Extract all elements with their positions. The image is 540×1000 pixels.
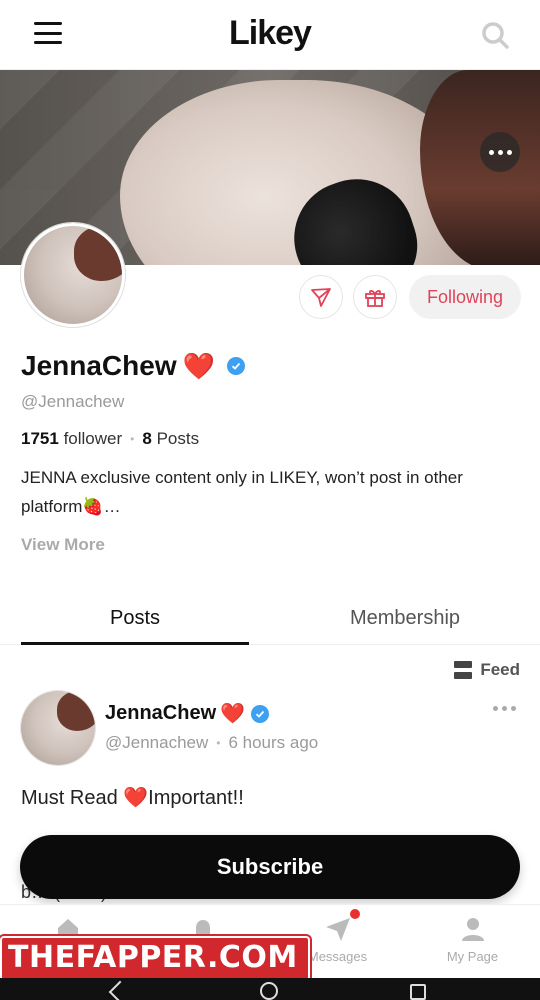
post-author-row: JennaChew ❤️ — [105, 702, 270, 725]
send-message-button[interactable] — [299, 275, 343, 319]
subscribe-button[interactable]: Subscribe — [20, 835, 520, 899]
post-text: Must Read ❤️Important!! — [21, 787, 244, 809]
verified-badge-icon — [251, 704, 270, 723]
post-author-handle: @Jennachew — [105, 733, 209, 752]
app-logo[interactable]: Likey — [0, 14, 540, 53]
profile-more-button[interactable] — [480, 132, 520, 172]
search-icon[interactable] — [480, 20, 510, 50]
verified-badge-icon — [226, 357, 245, 375]
home-circle-icon[interactable] — [260, 982, 278, 1000]
heart-emoji: ❤️ — [182, 351, 215, 381]
feed-layout-icon — [454, 661, 473, 679]
tab-membership[interactable]: Membership — [270, 597, 540, 645]
paper-plane-icon — [311, 288, 331, 307]
gift-icon — [365, 290, 385, 307]
follower-stat[interactable]: 1751 follower — [21, 429, 122, 449]
profile-avatar[interactable] — [21, 223, 125, 327]
profile-stats: 1751 follower • 8 Posts — [21, 429, 199, 449]
posts-stat: 8 Posts — [142, 429, 200, 448]
profile-bio: JENNA exclusive content only in LIKEY, w… — [21, 468, 463, 516]
user-icon — [461, 918, 484, 941]
post-time: 6 hours ago — [228, 733, 319, 752]
view-more-link[interactable]: View More — [21, 535, 105, 555]
post-author-avatar[interactable] — [21, 691, 95, 765]
watermark-logo: THEFAPPER.COM — [0, 936, 310, 981]
gift-button[interactable] — [353, 275, 397, 319]
tab-posts[interactable]: Posts — [21, 597, 249, 645]
profile-name: JennaChew — [21, 350, 177, 381]
back-icon[interactable] — [108, 980, 132, 1000]
post-more-button[interactable] — [493, 706, 516, 711]
meta-separator: • — [216, 736, 221, 750]
heart-emoji: ❤️ — [220, 702, 246, 725]
top-bar: Likey — [0, 0, 540, 70]
unread-badge — [350, 909, 360, 919]
profile-name-row: JennaChew ❤️ — [21, 350, 245, 382]
profile-handle: @Jennachew — [21, 392, 125, 411]
nav-my-page[interactable]: My Page — [405, 905, 540, 979]
post-author-name[interactable]: JennaChew — [105, 702, 216, 725]
following-button[interactable]: Following — [409, 275, 521, 319]
system-navigation-bar — [0, 978, 540, 1000]
stat-separator: • — [130, 432, 135, 446]
feed-view-toggle[interactable]: Feed — [454, 660, 520, 680]
paper-plane-icon — [325, 918, 350, 941]
recent-apps-icon[interactable] — [410, 984, 426, 1000]
profile-tabs: Posts Membership — [0, 597, 540, 645]
post-meta: @Jennachew • 6 hours ago — [105, 733, 318, 753]
